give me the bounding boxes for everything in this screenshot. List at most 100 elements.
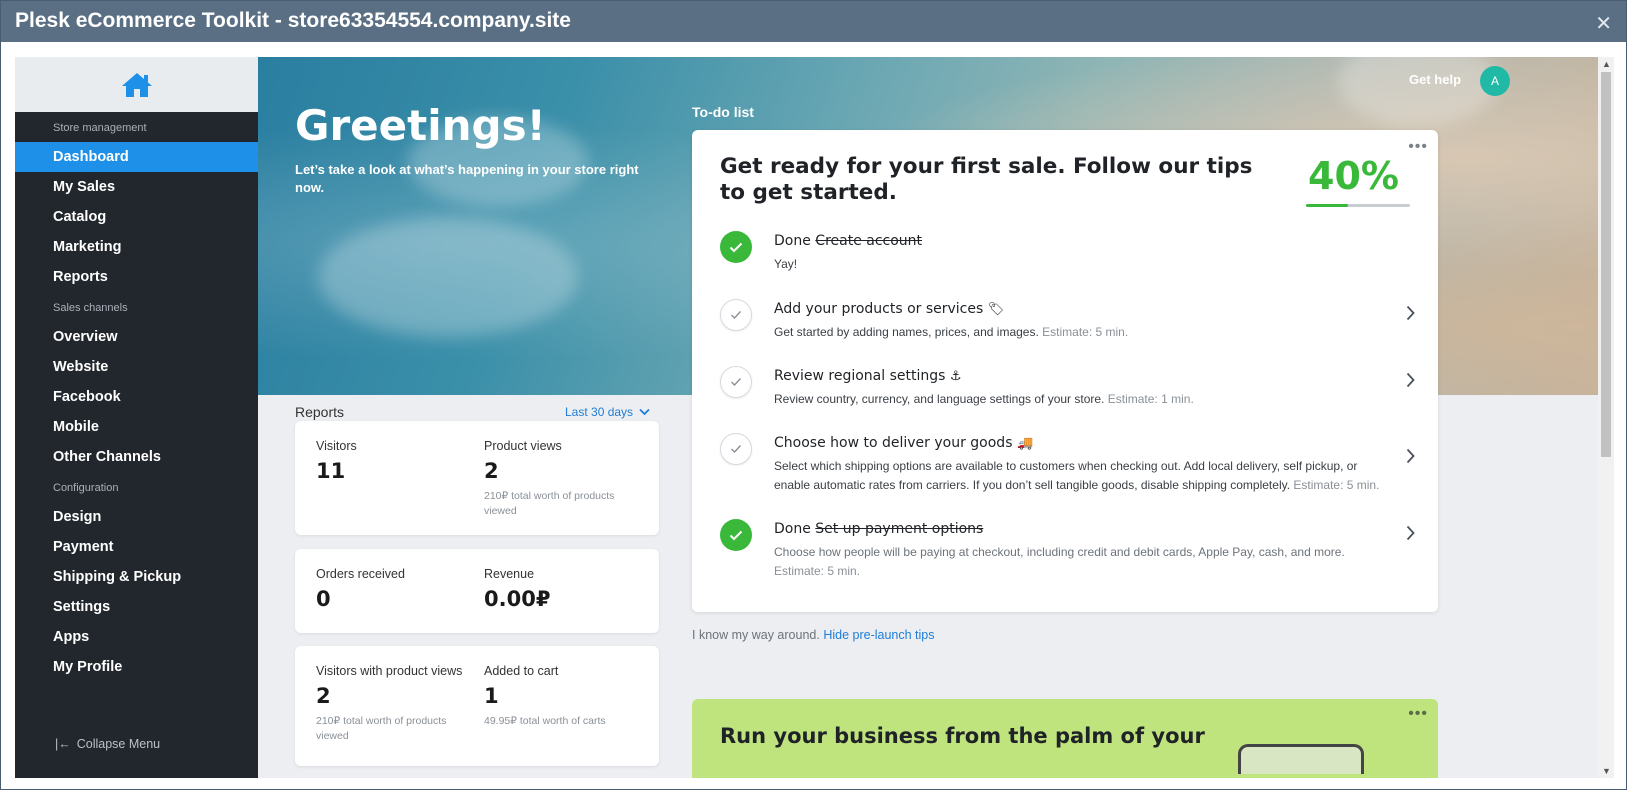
task-description-row: Get started by adding names, prices, and… — [774, 323, 1394, 342]
metric-label: Visitors — [316, 439, 357, 453]
sidebar: Store management Dashboard My Sales Catalog… — [15, 57, 258, 778]
task-estimate: Estimate: 5 min. — [1042, 325, 1129, 339]
collapse-menu-label: Collapse Menu — [76, 737, 161, 751]
sidebar-section-label: Store management — [53, 122, 147, 134]
hide-prelaunch-tips-link[interactable]: Hide pre-launch tips — [823, 628, 934, 642]
close-icon[interactable]: ✕ — [1595, 11, 1612, 36]
task-description-row: Review country, currency, and language s… — [774, 390, 1394, 409]
sidebar-item-overview[interactable]: Overview — [15, 322, 258, 352]
report-card[interactable]: Visitors with product views 2 210₽ total … — [295, 646, 659, 766]
task-description-row: Choose how people will be paying at chec… — [774, 543, 1394, 581]
app-window: Plesk eCommerce Toolkit - store63354554.… — [0, 0, 1627, 790]
task-title: Review regional settings — [774, 368, 946, 384]
task-title-row: Review regional settings ⚓ — [774, 368, 962, 384]
metric-product-views: Product views 2 210₽ total worth of produ… — [484, 439, 644, 519]
metric-label: Revenue — [484, 567, 535, 581]
task-check-icon[interactable] — [720, 433, 752, 465]
task-description: Choose how people will be paying at chec… — [774, 545, 1345, 559]
task-description-row: Select which shipping options are availa… — [774, 457, 1394, 495]
more-options-icon[interactable]: ••• — [1408, 138, 1428, 156]
reports-period-dropdown[interactable]: Last 30 days — [565, 405, 651, 419]
task-description: Get started by adding names, prices, and… — [774, 325, 1039, 339]
sidebar-item-website[interactable]: Website — [15, 352, 258, 382]
sidebar-item-apps[interactable]: Apps — [15, 622, 258, 652]
chevron-right-icon[interactable] — [1406, 525, 1415, 546]
task-estimate: Estimate: 5 min. — [774, 564, 861, 578]
task-title: Choose how to deliver your goods — [774, 435, 1013, 451]
collapse-icon: |← — [55, 737, 71, 751]
task-done-check-icon — [720, 231, 752, 263]
sidebar-item-dashboard[interactable]: Dashboard — [15, 142, 258, 172]
task-description: Yay! — [774, 257, 798, 271]
metric-label: Orders received — [316, 567, 405, 581]
chevron-right-icon[interactable] — [1406, 305, 1415, 326]
todo-heading: Get ready for your first sale. Follow ou… — [720, 154, 1253, 205]
sidebar-section-label: Sales channels — [53, 302, 128, 314]
promo-title: Run your business from the palm of your — [720, 724, 1205, 748]
todo-card: Get ready for your first sale. Follow ou… — [692, 130, 1438, 612]
task-description-row: Yay! — [774, 255, 1394, 274]
scrollbar-thumb[interactable] — [1601, 72, 1611, 457]
sidebar-item-marketing[interactable]: Marketing — [15, 232, 258, 262]
task-title-row: Done Set up payment options — [774, 521, 983, 537]
home-button[interactable] — [15, 57, 258, 112]
report-card[interactable]: Orders received 0 Revenue 0.00₽ — [295, 549, 659, 633]
chevron-down-icon — [639, 408, 651, 416]
sidebar-item-mobile[interactable]: Mobile — [15, 412, 258, 442]
mobile-promo-card: Run your business from the palm of your … — [692, 699, 1438, 778]
get-help-link[interactable]: Get help — [1409, 72, 1461, 87]
sidebar-section-label: Configuration — [53, 482, 119, 494]
task-title: Set up payment options — [815, 521, 984, 537]
promo-more-options-icon[interactable]: ••• — [1408, 705, 1428, 723]
task-description: Select which shipping options are availa… — [774, 459, 1358, 492]
metric-value: 11 — [316, 459, 346, 483]
task-check-icon[interactable] — [720, 366, 752, 398]
collapse-menu-button[interactable]: |← Collapse Menu — [55, 737, 160, 751]
task-estimate: Estimate: 5 min. — [1293, 478, 1380, 492]
sidebar-item-my-profile[interactable]: My Profile — [15, 652, 258, 682]
metric-note: 210₽ total worth of products viewed — [484, 490, 615, 517]
task-check-icon[interactable] — [720, 299, 752, 331]
chevron-right-icon[interactable] — [1406, 372, 1415, 393]
metric-orders-received: Orders received 0 — [316, 567, 405, 611]
metric-label: Visitors with product views — [316, 664, 463, 678]
metric-note: 49.95₽ total worth of carts — [484, 715, 606, 727]
metric-value: 0 — [316, 587, 331, 611]
task-title: Add your products or services — [774, 301, 984, 317]
task-emoji-icon: ⚓ — [949, 369, 962, 384]
know-way-text: I know my way around. — [692, 628, 820, 642]
sidebar-item-design[interactable]: Design — [15, 502, 258, 532]
sidebar-item-shipping-and-pickup[interactable]: Shipping & Pickup — [15, 562, 258, 592]
task-emoji-icon: 🚚 — [1016, 436, 1034, 451]
sidebar-item-facebook[interactable]: Facebook — [15, 382, 258, 412]
phone-illustration — [1238, 744, 1364, 774]
chevron-right-icon[interactable] — [1406, 448, 1415, 469]
task-done-check-icon — [720, 519, 752, 551]
todo-progress-bar — [1306, 204, 1410, 207]
report-card[interactable]: Visitors 11 Product views 2 210₽ total wo… — [295, 421, 659, 535]
sidebar-item-settings[interactable]: Settings — [15, 592, 258, 622]
sidebar-item-reports[interactable]: Reports — [15, 262, 258, 292]
todo-section-title: To-do list — [692, 104, 754, 120]
task-title-row: Done Create account — [774, 233, 922, 249]
greeting-title: Greetings! — [295, 101, 546, 150]
greeting-subtitle: Let’s take a look at what’s happening in… — [295, 162, 639, 195]
todo-progress-fill — [1306, 204, 1348, 207]
metric-label: Product views — [484, 439, 562, 453]
vertical-scrollbar[interactable]: ▲ ▼ — [1598, 57, 1614, 778]
avatar[interactable]: A — [1480, 66, 1510, 96]
task-title-row: Choose how to deliver your goods 🚚 — [774, 435, 1033, 451]
sidebar-item-catalog[interactable]: Catalog — [15, 202, 258, 232]
sidebar-item-my-sales[interactable]: My Sales — [15, 172, 258, 202]
task-estimate: Estimate: 1 min. — [1107, 392, 1194, 406]
reports-title: Reports — [295, 404, 345, 420]
metric-label: Added to cart — [484, 664, 559, 678]
task-title-row: Add your products or services 🏷 — [774, 301, 1004, 317]
sidebar-item-other-channels[interactable]: Other Channels — [15, 442, 258, 472]
metric-visitors-with-product-views: Visitors with product views 2 210₽ total … — [316, 664, 476, 744]
scroll-up-arrow-icon[interactable]: ▲ — [1602, 59, 1611, 69]
scroll-down-arrow-icon[interactable]: ▼ — [1602, 766, 1611, 776]
task-description: Review country, currency, and language s… — [774, 392, 1105, 406]
home-icon — [121, 72, 152, 97]
sidebar-item-payment[interactable]: Payment — [15, 532, 258, 562]
